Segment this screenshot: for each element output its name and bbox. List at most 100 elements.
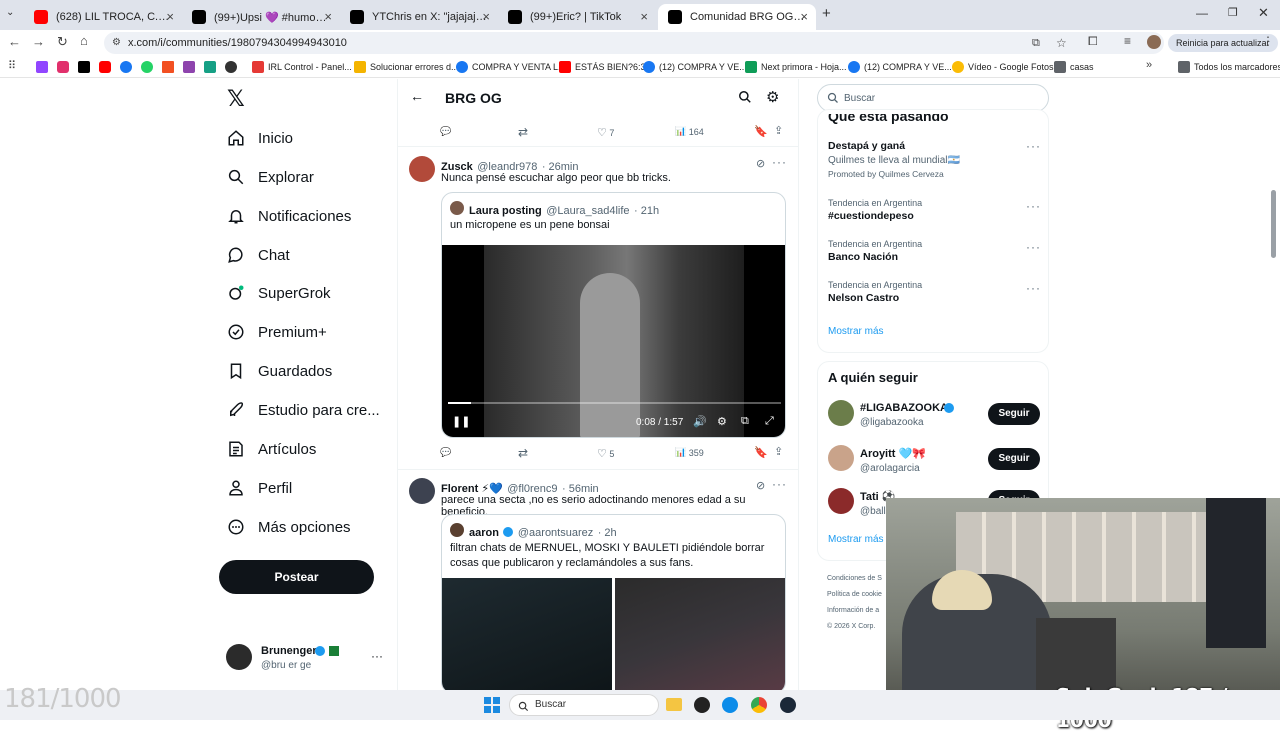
bookmark-site-icon[interactable]: [204, 61, 216, 73]
footer-link[interactable]: Información de a: [827, 603, 882, 619]
tweet-more-icon[interactable]: ···: [772, 155, 787, 169]
nav-notifications[interactable]: Notificaciones: [226, 201, 351, 231]
new-tab-button[interactable]: +: [822, 5, 831, 22]
tab-search-button[interactable]: ⌄: [6, 7, 14, 18]
settings-gear-icon[interactable]: ⚙: [766, 88, 779, 106]
nav-more[interactable]: Más opciones: [226, 512, 351, 542]
close-icon[interactable]: ×: [800, 9, 808, 24]
bookmark-item[interactable]: Next primora - Hoja...: [745, 59, 847, 75]
nav-chat[interactable]: Chat: [226, 240, 290, 270]
trend-more-icon[interactable]: ···: [1026, 139, 1041, 153]
like-button[interactable]: ♡ 5: [597, 447, 614, 460]
back-arrow-icon[interactable]: ←: [410, 88, 424, 104]
share-icon[interactable]: ⇪: [774, 124, 783, 137]
avatar[interactable]: [409, 478, 435, 504]
bookmark-item[interactable]: Solucionar errores d...: [354, 59, 459, 75]
nav-home[interactable]: Inicio: [226, 123, 293, 153]
footer-link[interactable]: Condiciones de S: [827, 571, 882, 587]
browser-tab[interactable]: (99+)Upsi 💜 #humor #novia # ×: [182, 4, 340, 30]
bookmark-site-icon[interactable]: [183, 61, 195, 73]
trend-more-icon[interactable]: ···: [1026, 199, 1041, 213]
whatsapp-icon[interactable]: [141, 61, 153, 73]
url-input[interactable]: ⚙ x.com/i/communities/198079430499494301…: [104, 32, 1164, 54]
pause-icon[interactable]: ❚❚: [452, 415, 470, 428]
forward-icon[interactable]: →: [32, 34, 45, 49]
bookmark-icon[interactable]: 🔖: [754, 446, 768, 459]
x-logo-icon[interactable]: [78, 61, 90, 73]
page-scrollbar-thumb[interactable]: [1271, 190, 1276, 258]
grok-explain-icon[interactable]: ⊘: [756, 157, 765, 170]
avatar[interactable]: [828, 445, 854, 471]
nav-explore[interactable]: Explorar: [226, 162, 314, 192]
taskbar-search[interactable]: Buscar: [509, 694, 659, 716]
microsoft-icon[interactable]: [162, 61, 174, 73]
quote-image-left[interactable]: [442, 578, 612, 690]
picture-in-picture-icon[interactable]: ⧉: [741, 415, 749, 428]
trend-item[interactable]: Tendencia en Argentina Banco Nación: [828, 239, 922, 263]
close-icon[interactable]: ×: [482, 9, 490, 24]
tweet-more-icon[interactable]: ···: [772, 477, 787, 491]
facebook-icon[interactable]: [120, 61, 132, 73]
share-icon[interactable]: ⇪: [774, 445, 783, 458]
more-bookmarks-icon[interactable]: »: [1146, 59, 1152, 71]
search-input[interactable]: Buscar: [817, 84, 1049, 112]
back-icon[interactable]: ←: [8, 34, 21, 49]
steam-icon[interactable]: [780, 697, 796, 713]
windows-start-icon[interactable]: [484, 697, 500, 713]
bookmark-icon[interactable]: 🔖: [754, 125, 768, 138]
tweet[interactable]: Zusck @leandr978 · 26min ⊘ ··· Nunca pen…: [398, 146, 798, 469]
browser-tab[interactable]: (628) LIL TROCA, C.R.O, LUCHO ×: [24, 4, 182, 30]
reply-icon[interactable]: 💬: [440, 447, 451, 458]
reload-icon[interactable]: ↻: [57, 34, 68, 50]
volume-icon[interactable]: 🔊: [693, 415, 707, 428]
like-button[interactable]: ♡ 7: [597, 126, 614, 139]
twitch-icon[interactable]: [36, 61, 48, 73]
browser-tab[interactable]: YTChris en X: "jajajaj que hdp m ×: [340, 4, 498, 30]
bookmark-item[interactable]: Vídeo - Google Fotos: [952, 59, 1054, 75]
nav-articles[interactable]: Artículos: [226, 434, 316, 464]
browser-tab[interactable]: (99+)Eric? | TikTok ×: [498, 4, 656, 30]
nav-supergrok[interactable]: SuperGrok: [226, 278, 331, 308]
bookmark-item[interactable]: IRL Control - Panel...: [252, 59, 352, 75]
extensions-icon[interactable]: ⧠: [1088, 34, 1098, 49]
close-icon[interactable]: ×: [640, 9, 648, 24]
video-player[interactable]: ❚❚ 0:08 / 1:57 🔊 ⚙ ⧉ ⤢: [442, 245, 785, 437]
edge-icon[interactable]: [722, 697, 738, 713]
bookmark-item[interactable]: (12) COMPRA Y VE...: [643, 59, 747, 75]
all-bookmarks-folder[interactable]: Todos los marcadores: [1178, 59, 1280, 75]
post-button[interactable]: Postear: [219, 560, 374, 594]
avatar[interactable]: [828, 488, 854, 514]
nav-profile[interactable]: Perfil: [226, 473, 292, 503]
follow-button[interactable]: Seguir: [988, 403, 1040, 425]
reading-list-icon[interactable]: ≡: [1124, 34, 1131, 48]
nav-premium[interactable]: Premium+: [226, 317, 327, 347]
views-button[interactable]: 📊 164: [675, 126, 704, 137]
bookmark-item[interactable]: ESTÁS BIEN?6:33: [559, 59, 651, 75]
avatar[interactable]: [828, 400, 854, 426]
x-logo-icon[interactable]: 𝕏: [227, 87, 245, 112]
reply-icon[interactable]: 💬: [440, 126, 451, 137]
site-info-icon[interactable]: ⚙: [112, 32, 121, 54]
follow-button[interactable]: Seguir: [988, 448, 1040, 470]
follow-name[interactable]: #LIGABAZOOKA: [860, 402, 948, 414]
maximize-button[interactable]: ❐: [1228, 6, 1238, 19]
install-icon[interactable]: ⧉: [1032, 32, 1040, 54]
repost-icon[interactable]: ⇄: [518, 125, 528, 139]
show-more-link[interactable]: Mostrar más: [828, 326, 884, 337]
file-explorer-icon[interactable]: [666, 698, 682, 711]
bookmark-site-icon[interactable]: [225, 61, 237, 73]
trend-item[interactable]: Tendencia en Argentina Nelson Castro: [828, 280, 922, 304]
trend-item[interactable]: Tendencia en Argentina #cuestiondepeso: [828, 198, 922, 222]
profile-avatar[interactable]: [1147, 35, 1161, 49]
home-icon[interactable]: ⌂: [80, 33, 88, 48]
close-window-button[interactable]: ✕: [1258, 5, 1269, 21]
show-more-link[interactable]: Mostrar más: [828, 534, 884, 545]
video-progress-track[interactable]: [448, 402, 781, 404]
nav-creator-studio[interactable]: Estudio para cre...: [226, 395, 380, 425]
quoted-tweet[interactable]: aaron @aarontsuarez · 2h filtran chats d…: [441, 514, 786, 690]
minimize-button[interactable]: —: [1196, 6, 1208, 20]
close-icon[interactable]: ×: [324, 9, 332, 24]
star-icon[interactable]: ☆: [1056, 32, 1067, 54]
bookmark-folder[interactable]: casas: [1054, 59, 1094, 75]
tweet[interactable]: Florent ⚡💙 @fl0renc9 · 56min ⊘ ··· parec…: [398, 469, 798, 690]
